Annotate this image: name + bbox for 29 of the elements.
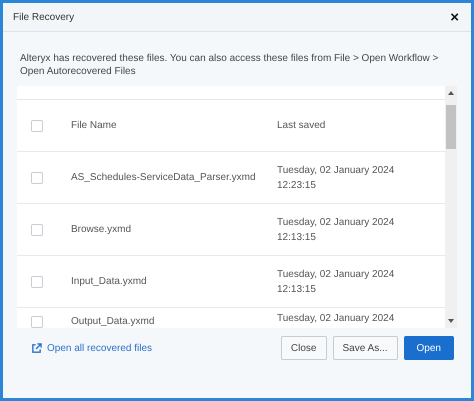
row-checkbox[interactable] [31, 172, 43, 184]
dialog-button[interactable]: Close [280, 336, 326, 360]
row-checkbox[interactable] [31, 224, 43, 236]
file-name: Output_Data.yxmd [71, 316, 156, 327]
external-link-icon [31, 342, 42, 354]
row-checkbox[interactable] [31, 316, 43, 328]
column-header: File Name [71, 120, 118, 131]
save-date: Tuesday, 02 January 2024 [277, 313, 394, 324]
select-all-checkbox[interactable] [31, 120, 43, 132]
scroll-down-icon[interactable] [448, 319, 454, 323]
scroll-up-icon[interactable] [448, 91, 454, 95]
scrollbar[interactable] [445, 86, 457, 328]
file-name: AS_Schedules-ServiceData_Parser.yxmd [71, 172, 257, 183]
scroll-thumb[interactable] [446, 105, 456, 149]
save-time: 12:13:15 [277, 284, 317, 294]
window-title: File Recovery [13, 12, 74, 22]
message-text: Alteryx has recovered these files. You can also access these files from File > Open Workflow > Open Autorecovered Files [20, 52, 440, 78]
save-date: Tuesday, 02 January 2024 [277, 216, 394, 228]
row-checkbox[interactable] [31, 276, 43, 288]
save-date: Tuesday, 02 January 2024 [277, 268, 394, 280]
save-time: 12:13:15 [277, 232, 317, 242]
file-name: Input_Data.yxmd [71, 276, 148, 287]
file-name: Browse.yxmd [71, 224, 132, 235]
close-button[interactable]: × [446, 8, 463, 26]
save-time: 12:23:15 [277, 180, 317, 190]
dialog-button[interactable]: Save As... [332, 336, 398, 360]
column-header: Last saved [277, 120, 326, 131]
save-date: Tuesday, 02 January 2024 [277, 164, 394, 176]
dialog-button[interactable]: Open [404, 336, 454, 360]
